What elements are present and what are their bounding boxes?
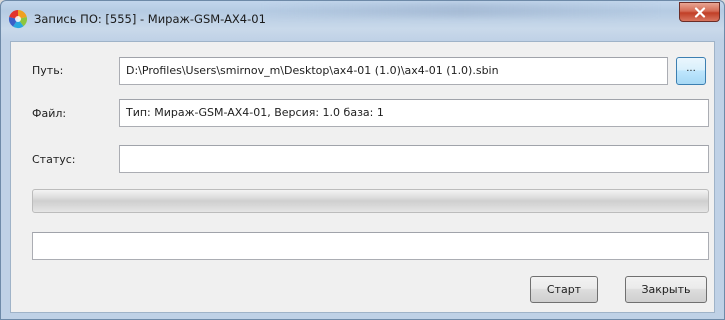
window-title: Запись ПО: [555] - Мираж-GSM-AX4-01 bbox=[34, 12, 266, 26]
title-bar-background-blur bbox=[261, 3, 661, 17]
status-field[interactable] bbox=[119, 145, 709, 173]
message-field[interactable] bbox=[32, 232, 709, 260]
dialog-body: Путь: D:\Profiles\Users\smirnov_m\Deskto… bbox=[10, 41, 715, 313]
title-bar[interactable]: Запись ПО: [555] - Мираж-GSM-AX4-01 bbox=[1, 1, 724, 41]
window-close-button[interactable] bbox=[679, 2, 720, 22]
file-field[interactable]: Тип: Мираж-GSM-AX4-01, Версия: 1.0 база:… bbox=[119, 99, 709, 127]
start-button[interactable]: Старт bbox=[530, 276, 598, 303]
close-button[interactable]: Закрыть bbox=[625, 276, 707, 303]
app-icon bbox=[8, 9, 28, 29]
file-label: Файл: bbox=[32, 107, 67, 120]
path-label: Путь: bbox=[32, 64, 64, 77]
path-field[interactable]: D:\Profiles\Users\smirnov_m\Desktop\ax4-… bbox=[119, 57, 668, 85]
progress-bar bbox=[32, 189, 709, 213]
flash-firmware-window: Запись ПО: [555] - Мираж-GSM-AX4-01 Путь… bbox=[0, 0, 725, 320]
browse-button[interactable]: ... bbox=[676, 57, 706, 85]
close-icon bbox=[694, 3, 706, 22]
status-label: Статус: bbox=[32, 153, 76, 166]
